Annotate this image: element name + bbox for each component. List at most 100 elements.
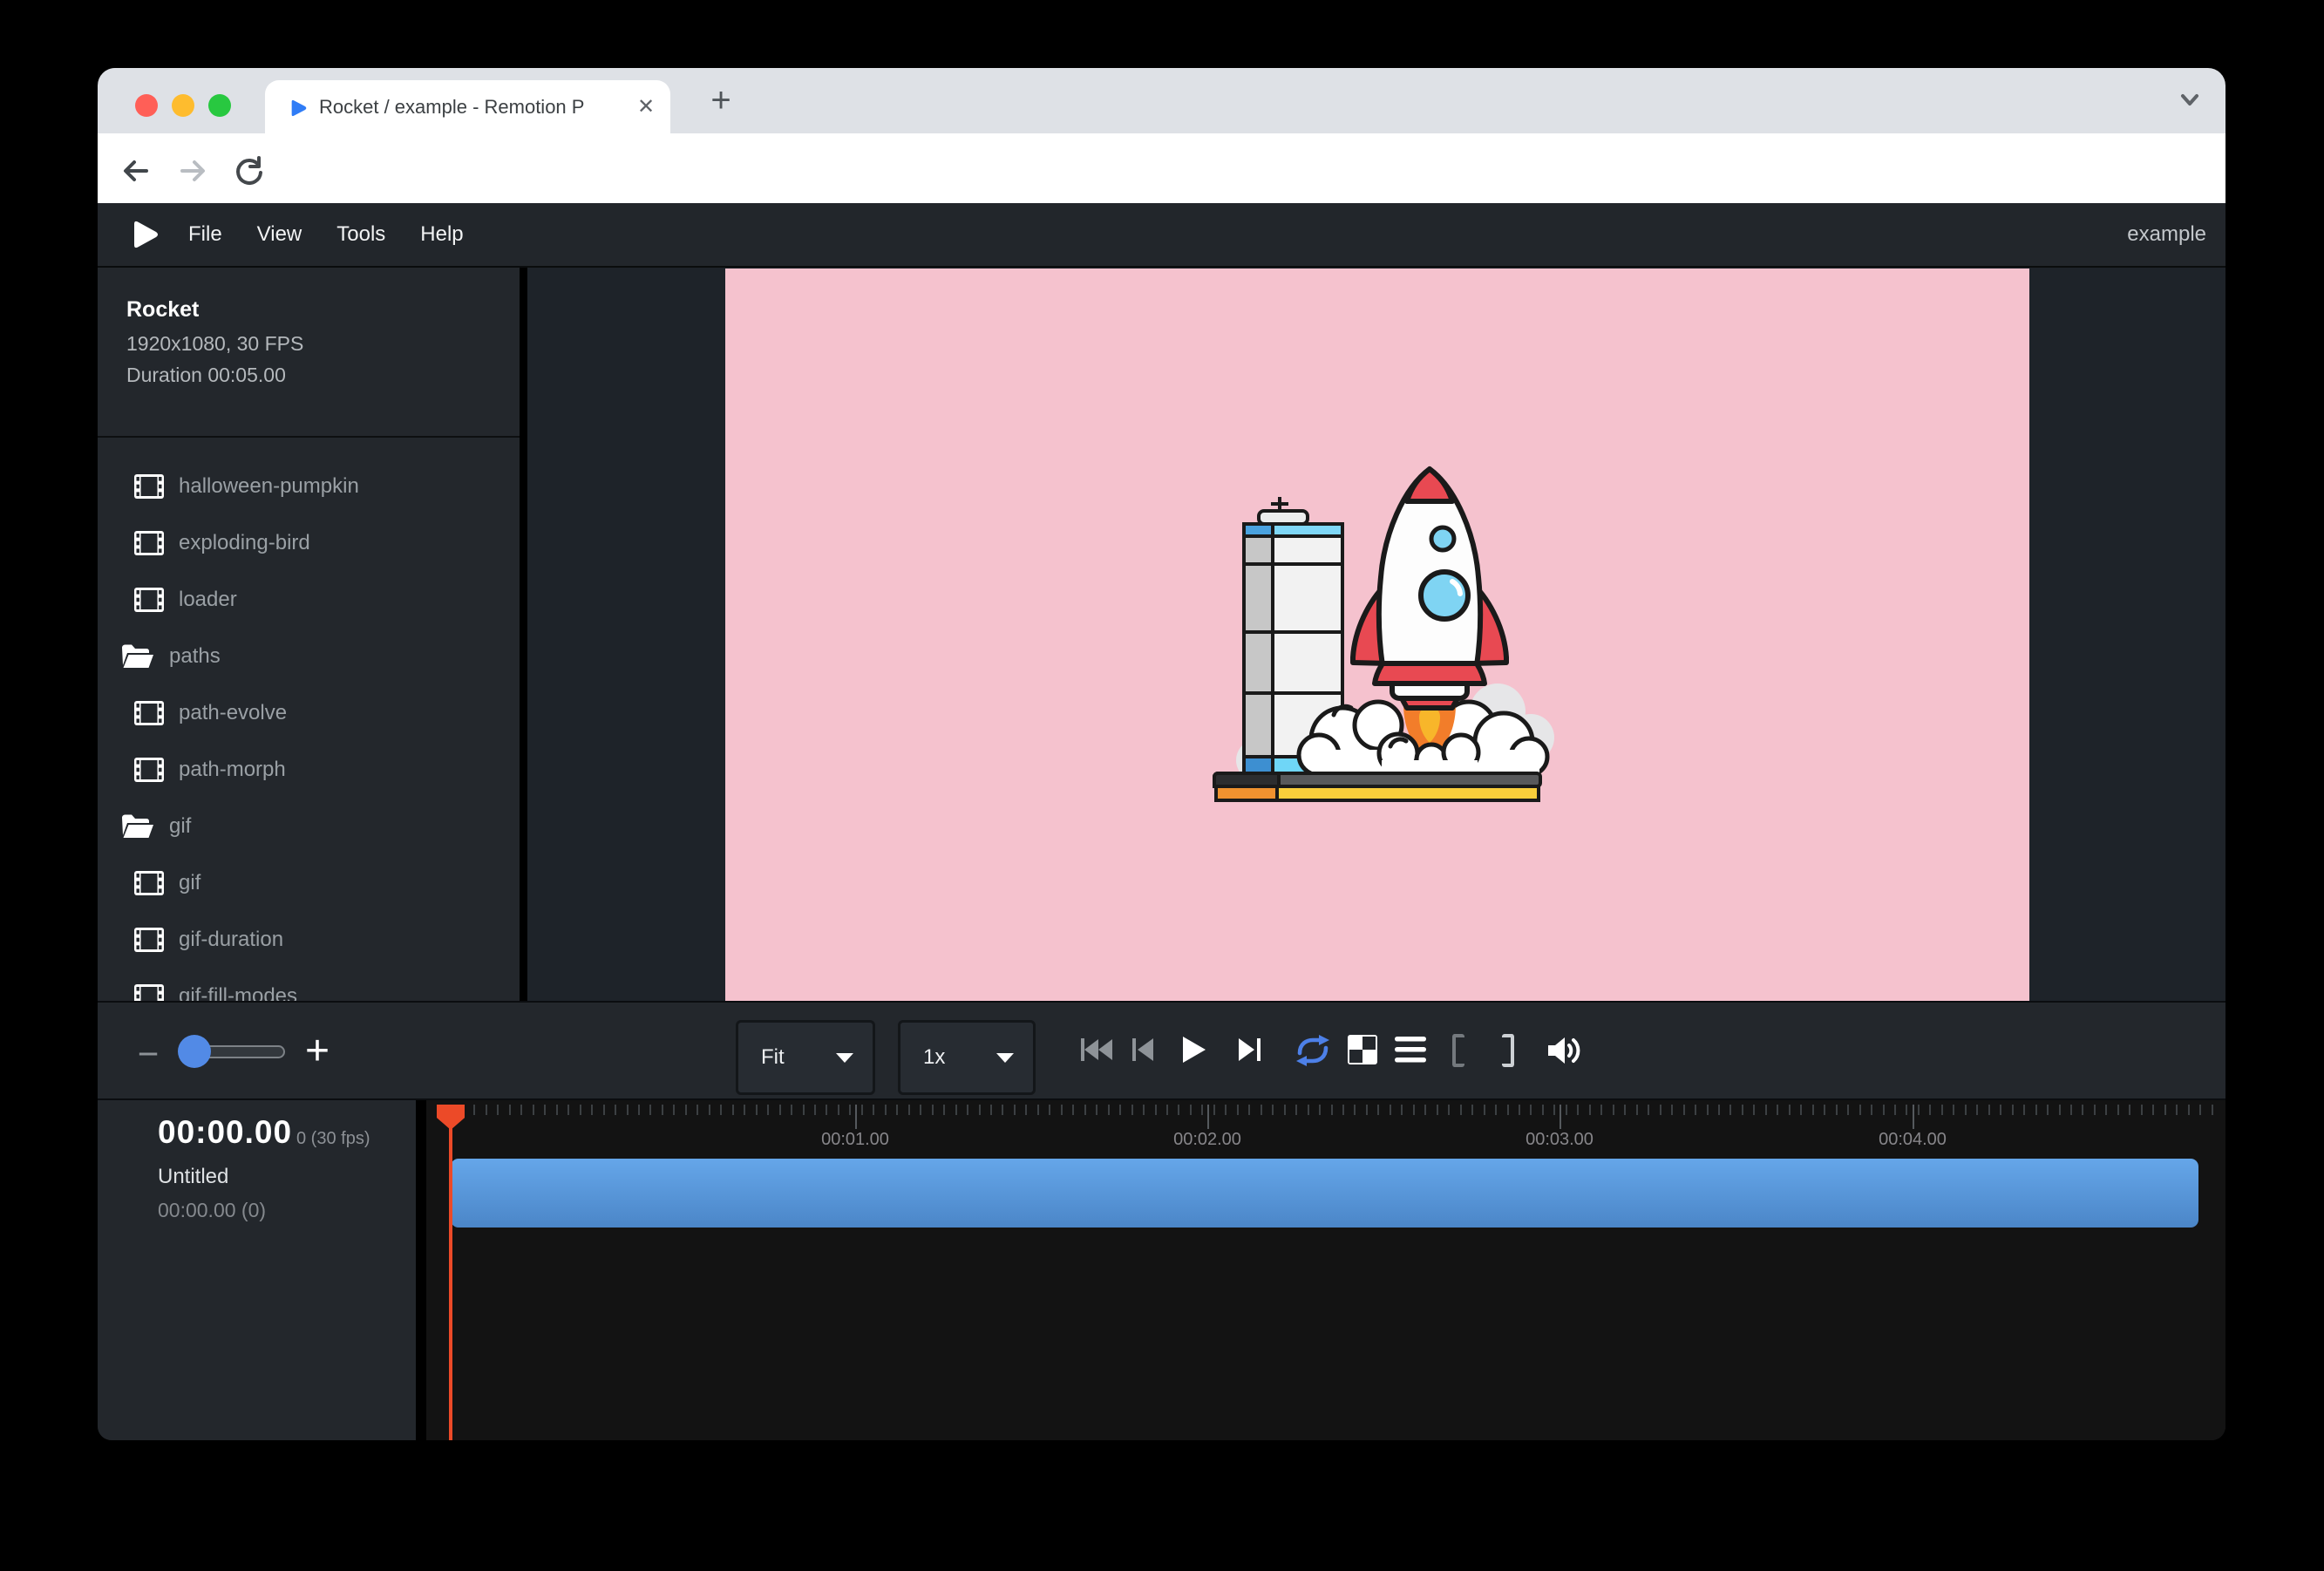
playhead-line (449, 1126, 452, 1440)
ruler-tick (662, 1105, 663, 1115)
out-point-bracket-icon[interactable] (1502, 1034, 1514, 1067)
loop-toggle-icon[interactable] (1294, 1034, 1332, 1067)
ruler-tick (1600, 1105, 1602, 1115)
ruler-tick (1460, 1105, 1462, 1115)
in-point-bracket-icon[interactable] (1452, 1034, 1464, 1067)
ruler-tick (814, 1105, 816, 1115)
timeline-rows-icon[interactable] (1395, 1037, 1426, 1063)
sidebar-composition-exploding-bird[interactable]: exploding-bird (98, 514, 520, 571)
sidebar-composition-gif-duration[interactable]: gif-duration (98, 911, 520, 968)
ruler-tick (1413, 1105, 1415, 1115)
minimize-window-button[interactable] (172, 94, 194, 117)
menu-view[interactable]: View (257, 222, 302, 247)
previous-frame-button[interactable] (1127, 1035, 1157, 1064)
ruler-tick (896, 1105, 898, 1115)
ruler-tick (1812, 1105, 1814, 1115)
film-icon (133, 870, 165, 896)
film-icon (133, 473, 165, 500)
player-controls-bar: − + Fit 1x (98, 1001, 2225, 1100)
ruler-tick (1507, 1105, 1509, 1115)
sidebar-folder-paths[interactable]: paths (98, 628, 520, 684)
ruler-tick (1248, 1105, 1250, 1115)
menu-file[interactable]: File (188, 222, 222, 247)
chevron-down-icon (836, 1053, 853, 1063)
ruler-tick (2082, 1105, 2083, 1115)
menu-help[interactable]: Help (420, 222, 463, 247)
ruler-tick (720, 1105, 722, 1115)
sidebar-composition-path-evolve[interactable]: path-evolve (98, 684, 520, 741)
ruler-tick (697, 1105, 698, 1115)
ruler-tick (1084, 1105, 1086, 1115)
volume-icon[interactable] (1546, 1033, 1584, 1068)
sidebar-resize-handle[interactable] (520, 268, 527, 1001)
ruler-tick (567, 1105, 569, 1115)
active-tab[interactable]: Rocket / example - Remotion P ✕ (265, 80, 670, 133)
new-tab-button[interactable]: + (703, 78, 738, 124)
reload-icon[interactable] (234, 155, 265, 187)
chevron-down-icon (996, 1053, 1014, 1063)
playback-speed-dropdown[interactable]: 1x (898, 1020, 1036, 1095)
remotion-logo-icon[interactable] (127, 217, 162, 252)
sidebar-composition-gif-fill-modes[interactable]: gif-fill-modes (98, 968, 520, 1001)
project-name-label: example (2127, 222, 2206, 247)
timeline-zoom-out-button[interactable]: − (131, 1037, 166, 1072)
sidebar-composition-loader[interactable]: loader (98, 571, 520, 628)
timeline-zoom-slider-thumb[interactable] (178, 1035, 211, 1068)
ruler-tick (1929, 1105, 1931, 1115)
sidebar-folder-gif[interactable]: gif (98, 798, 520, 854)
back-icon[interactable] (120, 155, 152, 187)
ruler-tick (1953, 1105, 1954, 1115)
sidebar-composition-halloween-pumpkin[interactable]: halloween-pumpkin (98, 458, 520, 514)
ruler-tick (967, 1105, 968, 1115)
composition-label: gif (179, 871, 200, 895)
ruler-tick (920, 1105, 921, 1115)
ruler-tick (1742, 1105, 1743, 1115)
timeline-track-bar[interactable] (451, 1159, 2198, 1228)
ruler-tick (1941, 1105, 1943, 1115)
ruler-tick (544, 1105, 546, 1115)
ruler-tick (2212, 1105, 2213, 1115)
ruler-tick (885, 1105, 887, 1115)
ruler-tick (1729, 1105, 1731, 1115)
sidebar-composition-gif[interactable]: gif (98, 854, 520, 911)
menu-tools[interactable]: Tools (336, 222, 385, 247)
timeline-ruler[interactable]: 00:01.0000:02.0000:03.0000:04.00 (426, 1100, 2225, 1440)
ruler-tick (1847, 1105, 1849, 1115)
ruler-tick (2070, 1105, 2072, 1115)
transparency-checkerboard-icon[interactable] (1348, 1035, 1377, 1064)
ruler-tick (803, 1105, 805, 1115)
next-frame-button[interactable] (1235, 1035, 1265, 1064)
ruler-tick (1906, 1105, 1907, 1115)
playback-speed-value: 1x (923, 1045, 945, 1070)
play-button[interactable] (1176, 1035, 1207, 1064)
ruler-tick (533, 1105, 534, 1115)
sidebar-divider (98, 436, 520, 438)
close-window-button[interactable] (135, 94, 158, 117)
skip-to-start-button[interactable] (1079, 1035, 1114, 1064)
ruler-tick (1988, 1105, 1990, 1115)
ruler-tick (2141, 1105, 2143, 1115)
rocket-illustration (1203, 453, 1569, 820)
ruler-tick (1049, 1105, 1050, 1115)
tab-close-icon[interactable]: ✕ (634, 95, 658, 119)
forward-icon[interactable] (177, 155, 208, 187)
app-menu-bar: File View Tools Help example (98, 203, 2225, 268)
ruler-tick (1261, 1105, 1262, 1115)
composition-name: Rocket (126, 297, 199, 323)
ruler-tick (627, 1105, 629, 1115)
canvas-size-dropdown[interactable]: Fit (736, 1020, 875, 1095)
ruler-tick (1401, 1105, 1403, 1115)
ruler-tick (1448, 1105, 1450, 1115)
film-icon (133, 587, 165, 613)
timeline-zoom-in-button[interactable]: + (298, 1032, 336, 1071)
sidebar-composition-path-morph[interactable]: path-morph (98, 741, 520, 798)
ruler-tick (1424, 1105, 1426, 1115)
composition-label: path-morph (179, 758, 286, 782)
ruler-tick (1707, 1105, 1709, 1115)
ruler-tick (1072, 1105, 1074, 1115)
maximize-window-button[interactable] (208, 94, 231, 117)
tab-search-chevron-icon[interactable] (2172, 89, 2207, 113)
ruler-tick (1319, 1105, 1321, 1115)
composition-label: halloween-pumpkin (179, 474, 359, 499)
video-canvas[interactable] (725, 269, 2029, 1001)
